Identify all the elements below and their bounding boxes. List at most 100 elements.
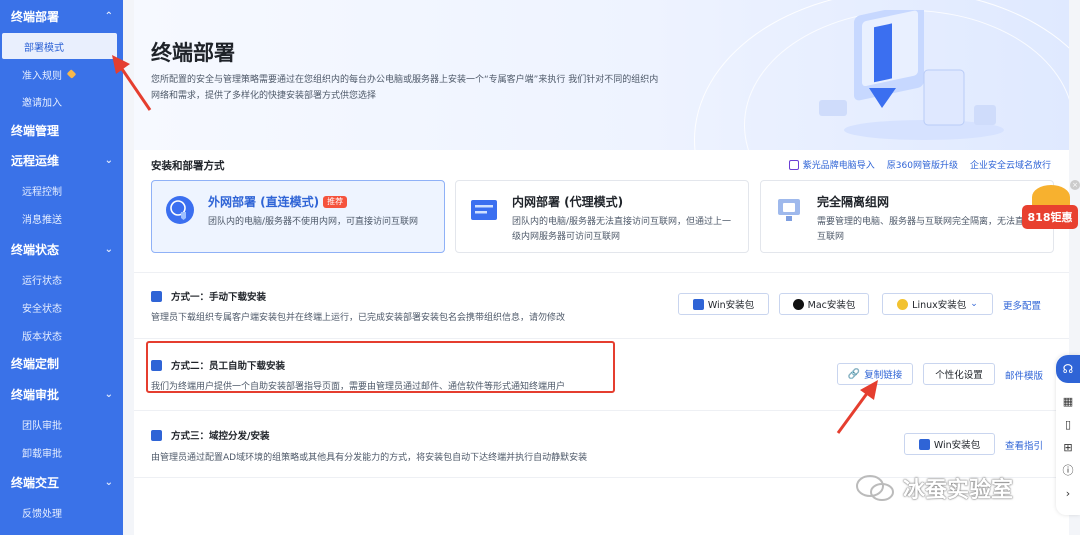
sidebar-group-interaction[interactable]: 终端交互 ⌄ [0, 468, 123, 496]
sidebar: 终端部署 ⌃ 部署模式 准入规则 邀请加入 终端管理 远程运维 ⌄ 远程控制 消息推… [0, 0, 123, 535]
method-title-text: 方式三：域控分发/安装 [171, 431, 270, 442]
sidebar-item-label: 部署模式 [24, 42, 64, 54]
button-label: 个性化设置 [935, 370, 983, 381]
sidebar-group-label: 终端审批 [11, 387, 60, 402]
recommend-tag: 推荐 [323, 195, 348, 208]
sidebar-item-uninstall-approval[interactable]: 卸载审批 [0, 439, 123, 465]
promo-label: 818钜惠 [1022, 205, 1078, 229]
mode-description: 团队内的电脑/服务器不使用内网，可直接访问互联网 [208, 217, 419, 227]
button-label: Linux安装包 [912, 300, 967, 311]
sidebar-group-manage[interactable]: 终端管理 [0, 116, 123, 144]
sidebar-group-deploy[interactable]: 终端部署 ⌃ [0, 2, 123, 30]
mac-package-button[interactable]: Mac安装包 [779, 293, 869, 315]
chevron-down-icon: ⌄ [104, 388, 113, 400]
server-icon [471, 200, 497, 220]
close-icon[interactable]: × [1070, 180, 1080, 190]
sidebar-item-label: 团队审批 [22, 420, 62, 432]
link-upgrade[interactable]: 原360网管版升级 [887, 158, 958, 171]
globe-shield-icon [166, 196, 194, 224]
sidebar-group-label: 远程运维 [11, 153, 60, 168]
view-guide-link[interactable]: 查看指引 [1005, 438, 1043, 452]
sidebar-group-approval[interactable]: 终端审批 ⌄ [0, 380, 123, 408]
sidebar-item-label: 卸载审批 [22, 448, 62, 460]
isolated-monitor-icon [778, 199, 800, 221]
page-description: 您所配置的安全与管理策略需要通过在您组织内的每台办公电脑或服务器上安装一个“专属… [151, 75, 659, 101]
link-brand-import[interactable]: 紫光品牌电脑导入 [788, 158, 875, 171]
button-label: Win安装包 [933, 440, 981, 451]
sidebar-item-team-approval[interactable]: 团队审批 [0, 411, 123, 437]
mode-card-proxy[interactable]: 内网部署 (代理模式) 团队内的电脑/服务器无法直接访问互联网，但通过上一级内网… [455, 180, 749, 253]
method-description: 管理员下载组织专属客户端安装包并在终端上运行，已完成安装部署安装包名会携带组织信… [151, 313, 566, 323]
method-title: 方式一：手动下载安装 [151, 289, 266, 303]
watermark: 冰蚕实验室 [855, 472, 1013, 504]
copy-link-button[interactable]: 🔗 复制链接 [837, 363, 913, 385]
sidebar-item-message-push[interactable]: 消息推送 [0, 205, 123, 231]
domain-icon [151, 429, 162, 441]
button-label: Win安装包 [707, 300, 755, 311]
more-config-link[interactable]: 更多配置 [1003, 298, 1041, 312]
chevron-down-icon: ⌄ [104, 476, 113, 488]
chevron-up-icon: ⌃ [104, 10, 113, 22]
sidebar-item-access-rules[interactable]: 准入规则 [0, 61, 123, 87]
button-label: Mac安装包 [807, 300, 856, 311]
method-row-domain: 方式三：域控分发/安装 由管理员通过配置AD域环境的组策略或其他具有分发能力的方… [134, 410, 1069, 478]
win-package-button[interactable]: Win安装包 [904, 433, 995, 455]
sidebar-item-feedback[interactable]: 反馈处理 [0, 499, 123, 525]
top-links: 紫光品牌电脑导入 原360网管版升级 企业安全云域名放行 [788, 158, 1051, 171]
sidebar-group-status[interactable]: 终端状态 ⌄ [0, 235, 123, 263]
wechat-icon [856, 475, 894, 501]
sidebar-item-remote-control[interactable]: 远程控制 [0, 177, 123, 203]
mode-title: 完全隔离组网 [817, 195, 890, 209]
sidebar-item-security-status[interactable]: 安全状态 [0, 294, 123, 320]
org-chart-icon[interactable]: ⊞ [1062, 441, 1074, 454]
sidebar-item-run-status[interactable]: 运行状态 [0, 266, 123, 292]
sidebar-item-version-status[interactable]: 版本状态 [0, 322, 123, 348]
mode-card-isolated[interactable]: 完全隔离组网 需要管理的电脑、服务器与互联网完全隔离，无法直接互联网 [760, 180, 1054, 253]
hero-banner: 终端部署 您所配置的安全与管理策略需要通过在您组织内的每台办公电脑或服务器上安装… [134, 0, 1069, 150]
deploy-illustration-icon [819, 10, 1004, 140]
sidebar-item-label: 准入规则 [22, 70, 62, 82]
linux-package-dropdown[interactable]: Linux安装包 ⌄ [882, 293, 993, 315]
mode-description: 需要管理的电脑、服务器与互联网完全隔离，无法直接互联网 [817, 217, 1034, 242]
sidebar-item-label: 运行状态 [22, 275, 62, 287]
sidebar-item-deploy-mode[interactable]: 部署模式 [2, 33, 117, 59]
windows-icon [918, 438, 930, 450]
method-title-text: 方式一：手动下载安装 [171, 292, 267, 303]
method-description: 由管理员通过配置AD域环境的组策略或其他具有分发能力的方式，将安装包自动下达终端… [151, 453, 588, 463]
sidebar-group-label: 终端状态 [11, 242, 60, 257]
highlight-box [146, 341, 615, 393]
sidebar-item-label: 安全状态 [22, 303, 62, 315]
link-label: 紫光品牌电脑导入 [802, 161, 875, 171]
win-package-button[interactable]: Win安装包 [678, 293, 769, 315]
sidebar-group-label: 终端管理 [11, 123, 60, 138]
sidebar-item-label: 版本状态 [22, 331, 62, 343]
floating-toolbar: ☊ ▦ ▯ ⊞ ⓘ › [1056, 355, 1080, 515]
method-row-manual: 方式一：手动下载安装 管理员下载组织专属客户端安装包并在终端上运行，已完成安装部… [134, 272, 1069, 338]
mode-title: 内网部署 (代理模式) [512, 195, 624, 209]
sidebar-item-invite[interactable]: 邀请加入 [0, 88, 123, 114]
email-template-link[interactable]: 邮件模版 [1005, 368, 1043, 382]
main-panel: 终端部署 您所配置的安全与管理策略需要通过在您组织内的每台办公电脑或服务器上安装… [134, 0, 1069, 535]
qr-code-icon[interactable]: ▦ [1062, 395, 1074, 408]
download-icon [151, 290, 162, 302]
linux-icon [897, 298, 909, 310]
sidebar-item-label: 反馈处理 [22, 508, 62, 520]
section-title: 安装和部署方式 [151, 160, 225, 172]
mode-card-direct[interactable]: 外网部署 (直连模式) 推荐 团队内的电脑/服务器不使用内网，可直接访问互联网 [151, 180, 445, 253]
chevron-down-icon: ⌄ [970, 299, 978, 309]
promo-badge[interactable]: 818钜惠 × [1020, 180, 1080, 241]
chevron-right-icon[interactable]: › [1062, 487, 1074, 500]
info-icon[interactable]: ⓘ [1062, 464, 1074, 477]
sidebar-group-label: 终端交互 [11, 475, 60, 490]
method-title: 方式三：域控分发/安装 [151, 428, 269, 442]
personalize-button[interactable]: 个性化设置 [923, 363, 995, 385]
customer-service-icon[interactable]: ☊ [1056, 355, 1080, 383]
phone-icon[interactable]: ▯ [1062, 418, 1074, 431]
sidebar-group-remote[interactable]: 远程运维 ⌄ [0, 146, 123, 174]
apple-icon [792, 298, 804, 310]
link-domain-allow[interactable]: 企业安全云域名放行 [970, 158, 1051, 171]
sidebar-group-customize[interactable]: 终端定制 [0, 349, 123, 377]
sidebar-item-label: 消息推送 [22, 214, 62, 226]
chevron-down-icon: ⌄ [104, 243, 113, 255]
sidebar-group-label: 终端定制 [11, 356, 60, 371]
